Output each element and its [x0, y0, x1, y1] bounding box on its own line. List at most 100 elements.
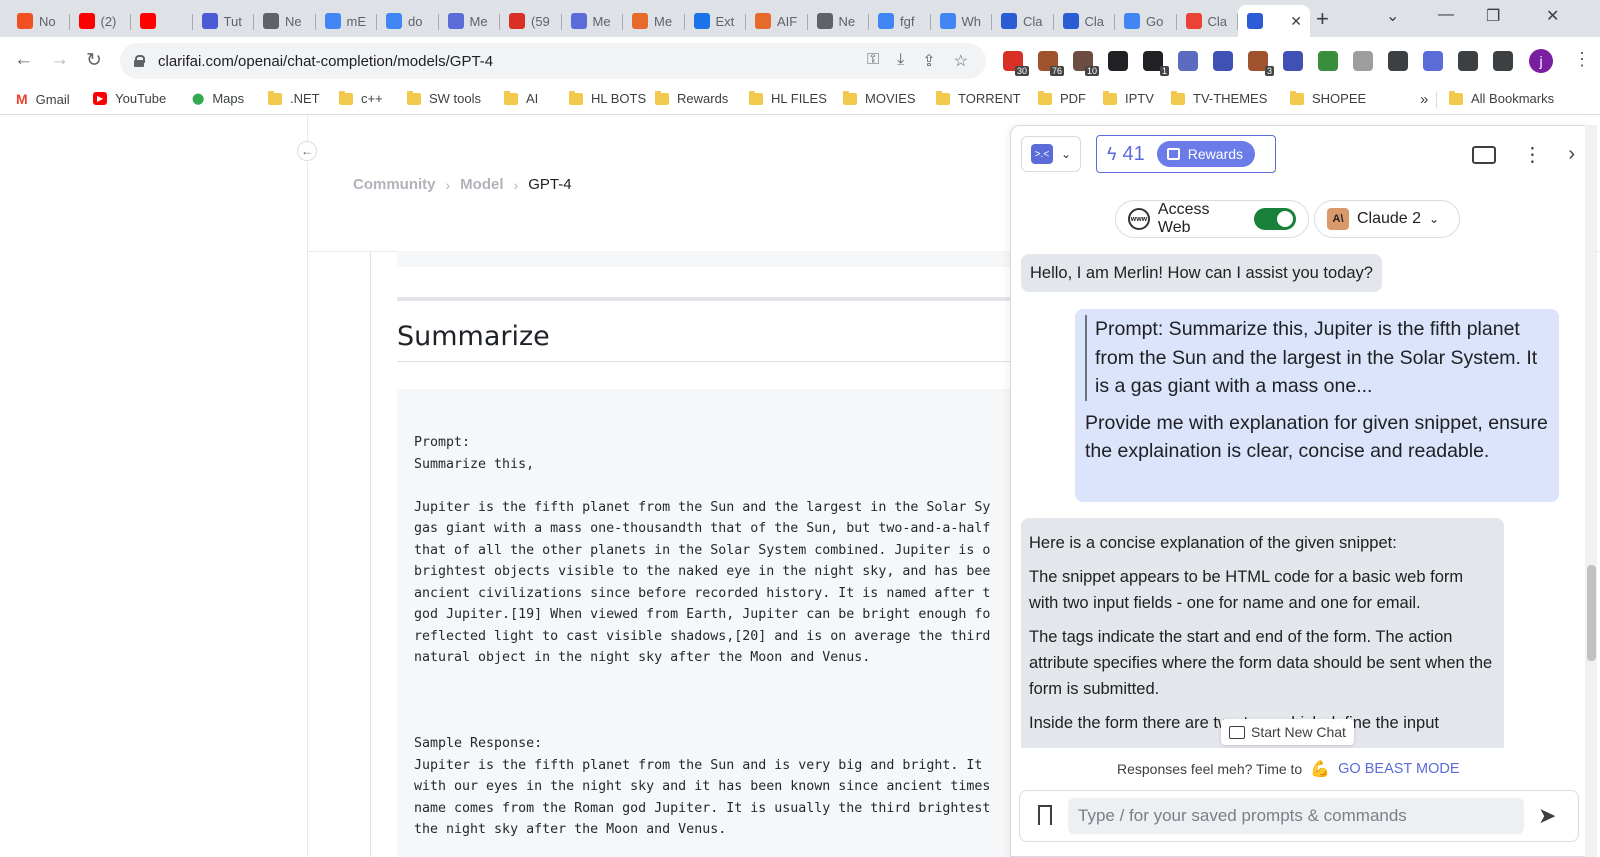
new-tab-button[interactable]: + — [1316, 6, 1329, 32]
tab[interactable]: Ne — [254, 5, 316, 37]
bookmark-hl-bots[interactable]: HL BOTS — [569, 90, 646, 106]
merlin-menu-button[interactable]: >.< ⌄ — [1021, 136, 1081, 172]
google-icon — [1124, 13, 1140, 29]
ext-circle-icon[interactable] — [1213, 51, 1233, 71]
bookmark-pdf[interactable]: PDF — [1038, 90, 1086, 106]
tab[interactable]: Tut — [193, 5, 254, 37]
share-icon[interactable]: ⇪ — [922, 51, 935, 71]
bookmark-iptv[interactable]: IPTV — [1103, 90, 1154, 106]
ext-reader-icon[interactable] — [1388, 51, 1408, 71]
tab[interactable]: (59 — [500, 5, 562, 37]
saved-prompts-icon[interactable] — [1038, 805, 1052, 825]
ext-black-icon[interactable]: 1 — [1143, 51, 1169, 76]
bookmark-star-icon[interactable]: ☆ — [954, 51, 968, 71]
tab[interactable]: Me — [562, 5, 623, 37]
ext-red-icon[interactable]: 30 — [1003, 51, 1029, 76]
address-bar[interactable]: clarifai.com/openai/chat-completion/mode… — [120, 43, 986, 79]
model-selector[interactable]: A\ Claude 2 ⌄ — [1314, 200, 1460, 238]
install-icon[interactable]: ⤓ — [897, 51, 904, 71]
tab[interactable]: Cla — [1177, 5, 1238, 37]
ext-globe-icon[interactable] — [1318, 51, 1338, 71]
tab-label: (2) — [100, 13, 117, 29]
ext-save-icon[interactable] — [1283, 51, 1303, 71]
forward-button[interactable]: → — [50, 49, 69, 71]
bookmark-ai[interactable]: AI — [504, 90, 538, 106]
ext-dot-icon[interactable] — [1353, 51, 1373, 71]
tab[interactable]: do — [377, 5, 439, 37]
sidepanel-icon[interactable] — [1493, 51, 1513, 71]
folder-icon — [1449, 90, 1463, 105]
tab-label: Ne — [838, 13, 856, 29]
all-bookmarks-button[interactable]: All Bookmarks — [1449, 90, 1554, 106]
profile-avatar[interactable]: j — [1529, 49, 1553, 73]
tab[interactable]: mE — [316, 5, 377, 37]
ext-cookie-icon[interactable]: 3 — [1248, 51, 1274, 76]
tab[interactable]: Me — [623, 5, 685, 37]
close-window-button[interactable]: ✕ — [1546, 6, 1559, 26]
tab[interactable]: Cla — [1054, 5, 1115, 37]
rewards-button[interactable]: Rewards — [1156, 141, 1256, 167]
tab-active[interactable]: ✕ — [1238, 5, 1310, 37]
lock-icon[interactable] — [134, 55, 145, 67]
tab[interactable]: Wh — [931, 5, 992, 37]
tab[interactable]: Me — [439, 5, 500, 37]
ext-stop-icon[interactable]: 10 — [1073, 51, 1099, 76]
panel-scrollbar[interactable] — [1585, 125, 1597, 857]
url-text[interactable]: clarifai.com/openai/chat-completion/mode… — [158, 53, 493, 70]
chat-input[interactable] — [1068, 798, 1524, 834]
bookmark-hl-files[interactable]: HL FILES — [749, 90, 827, 106]
more-options-icon[interactable]: ⋮ — [1522, 142, 1542, 167]
credits-box[interactable]: ϟ 41 Rewards — [1096, 135, 1276, 173]
ext-pen-icon[interactable] — [1178, 51, 1198, 71]
breadcrumb-community[interactable]: Community — [353, 176, 436, 193]
tab[interactable]: (2) — [70, 5, 131, 37]
browser-menu-icon[interactable]: ⋮ — [1573, 49, 1591, 70]
tab[interactable]: Ext — [685, 5, 746, 37]
breadcrumb-model[interactable]: Model — [460, 176, 503, 193]
bookmark-torrent[interactable]: TORRENT — [936, 90, 1021, 106]
bookmark-rewards[interactable]: Rewards — [655, 90, 728, 106]
bookmark-label: Maps — [212, 91, 245, 106]
clarifai-icon — [1001, 13, 1017, 29]
tab[interactable]: AIF — [746, 5, 808, 37]
tab[interactable]: Cla — [992, 5, 1054, 37]
tab[interactable]: Go — [1115, 5, 1177, 37]
minimize-button[interactable]: — — [1438, 6, 1454, 24]
tab[interactable]: No — [8, 5, 70, 37]
bot-reply: Here is a concise explanation of the giv… — [1021, 518, 1504, 748]
key-icon[interactable]: ⚿ — [867, 51, 879, 71]
tab[interactable] — [131, 5, 193, 37]
fullscreen-icon[interactable] — [1472, 145, 1497, 164]
close-tab-icon[interactable]: ✕ — [1290, 13, 1302, 30]
puzzle-icon — [693, 13, 710, 29]
ext-grid-icon[interactable] — [1108, 51, 1128, 71]
bookmark-gmail[interactable]: M Gmail — [16, 91, 70, 107]
bookmark-movies[interactable]: MOVIES — [843, 90, 916, 106]
bookmark-net[interactable]: .NET — [268, 90, 320, 106]
scrollbar-thumb[interactable] — [1587, 565, 1596, 661]
start-new-chat-button[interactable]: Start New Chat — [1221, 719, 1354, 745]
access-web-toggle[interactable]: www Access Web — [1115, 200, 1309, 238]
ext-merlin-icon[interactable] — [1423, 51, 1443, 71]
tab[interactable]: fgf — [869, 5, 931, 37]
bookmark-shopee[interactable]: SHOPEE — [1290, 90, 1366, 106]
back-button[interactable]: ← — [14, 49, 33, 71]
toggle-switch[interactable] — [1254, 208, 1296, 230]
tab[interactable]: Ne — [808, 5, 869, 37]
reload-button[interactable]: ↻ — [86, 49, 102, 72]
bookmarks-overflow-button[interactable]: » — [1420, 91, 1428, 108]
send-icon[interactable]: ➤ — [1538, 803, 1556, 829]
puzzle-icon[interactable] — [1458, 51, 1478, 71]
bookmark-c[interactable]: c++ — [339, 90, 383, 106]
ext-orange-icon[interactable]: 76 — [1038, 51, 1064, 76]
bookmark-youtube[interactable]: ▶ YouTube — [93, 91, 166, 106]
bookmark-maps[interactable]: ⬤ Maps — [192, 91, 244, 106]
tab-search-icon[interactable]: ⌄ — [1386, 6, 1399, 26]
beast-mode-link[interactable]: GO BEAST MODE — [1338, 761, 1459, 777]
collapse-sidebar-icon[interactable]: ← — [297, 141, 317, 161]
bookmark-sw-tools[interactable]: SW tools — [407, 90, 481, 106]
maximize-button[interactable]: ❐ — [1486, 6, 1500, 26]
bookmark-tv-themes[interactable]: TV-THEMES — [1171, 90, 1267, 106]
chevron-right-icon[interactable]: › — [1568, 143, 1575, 166]
